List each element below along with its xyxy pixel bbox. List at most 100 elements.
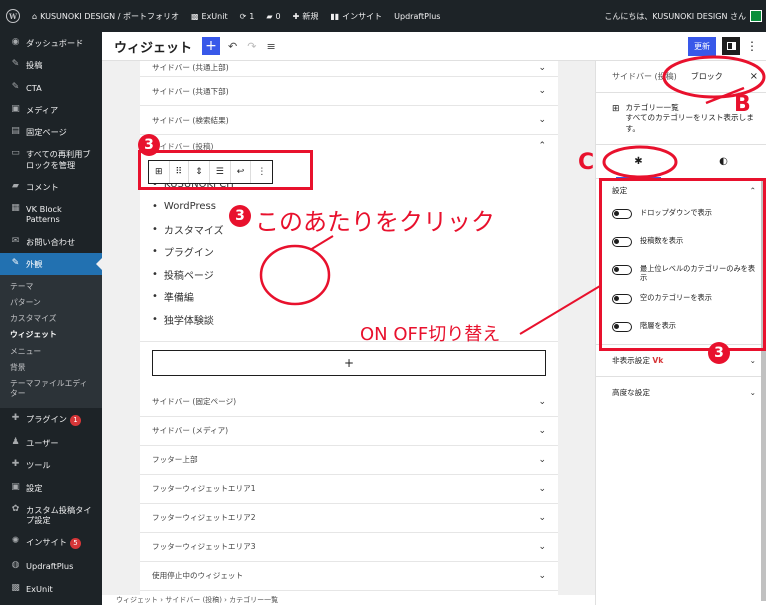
menu-item-label: 投稿 (26, 60, 43, 71)
menu-item[interactable]: ▦ VK Block Patterns (0, 198, 102, 231)
menu-item-text: 設定 (26, 482, 43, 493)
menu-item[interactable]: ◉ ダッシュボード (0, 32, 102, 54)
chevron-down-icon[interactable]: ⌄ (538, 63, 546, 73)
submenu-item[interactable]: テーマ (0, 279, 102, 295)
menu-item[interactable]: ✎ 投稿 (0, 54, 102, 76)
menu-item-label: UpdraftPlus (26, 561, 73, 571)
menu-item[interactable]: ▰ コメント (0, 176, 102, 198)
chevron-down-icon[interactable]: ⌄ (538, 455, 546, 465)
widget-area[interactable]: フッター上部 ⌄ (140, 446, 558, 475)
menu-item[interactable]: ✺ インサイト 5 (0, 531, 102, 555)
menu-item[interactable]: ♟ ユーザー (0, 432, 102, 454)
menu-item[interactable]: ✎ CTA (0, 77, 102, 99)
widget-area[interactable]: サイドバー (メディア) ⌄ (140, 417, 558, 446)
menu-item-label: CTA (26, 82, 42, 93)
menu-item-label: ユーザー (26, 438, 59, 448)
widget-area-common-bottom[interactable]: サイドバー (共通下部) ⌄ (140, 77, 558, 106)
account-menu[interactable]: こんにちは、KUSUNOKI DESIGN さん (604, 10, 766, 22)
tab-settings[interactable]: ✱ (596, 145, 681, 179)
chevron-down-icon[interactable]: ⌄ (538, 542, 546, 552)
menu-item-label: 設定 (26, 483, 42, 493)
tab-widget-area[interactable]: サイドバー (投稿) (612, 71, 677, 82)
menu-item[interactable]: ◀メニューを閉じる (0, 600, 102, 605)
menu-item[interactable]: ▣ メディア (0, 99, 102, 121)
admin-bar: W ⌂ KUSUNOKI DESIGN / ポートフォリオ ▩ ExUnit ⟳ 1 … (0, 0, 766, 32)
menu-item-text: カスタム投稿タイプ設定 (26, 504, 92, 525)
menu-item[interactable]: ▩ ExUnit (0, 578, 102, 600)
updraft-link[interactable]: UpdraftPlus (388, 12, 446, 21)
menu-item-label: ダッシュボード (26, 38, 84, 48)
list-view-icon[interactable]: ≡ (266, 40, 275, 53)
wp-logo-menu[interactable]: W (0, 9, 26, 23)
submenu-item[interactable]: テーマファイルエディター (0, 376, 102, 402)
menu-icon: ▤ (11, 126, 20, 136)
menu-item-label: すべての再利用ブロックを管理 (26, 149, 91, 170)
block-inserter-button[interactable]: + (202, 37, 221, 55)
tab-styles[interactable]: ◐ (681, 145, 766, 178)
menu-icon: ▣ (11, 481, 20, 492)
menu-item[interactable]: ◍ UpdraftPlus (0, 555, 102, 577)
widget-area[interactable]: サイドバー (固定ページ) ⌄ (140, 388, 558, 417)
list-item[interactable]: プラグイン (152, 241, 546, 264)
menu-item-label: ExUnit (26, 584, 53, 594)
click-here-annotation: このあたりをクリック (255, 208, 495, 236)
chevron-down-icon: ⌄ (749, 388, 756, 398)
chevron-down-icon[interactable]: ⌄ (538, 513, 546, 523)
list-item[interactable]: 準備編 (152, 286, 546, 309)
widget-area-title: 使用停止中のウィジェット (152, 571, 244, 580)
chevron-down-icon[interactable]: ⌄ (538, 115, 546, 125)
add-block-button[interactable]: + (152, 349, 546, 376)
menu-item[interactable]: ▤ 固定ページ (0, 121, 102, 143)
menu-item-text: ツール (26, 460, 51, 471)
chevron-down-icon[interactable]: ⌄ (538, 86, 546, 96)
submenu-item[interactable]: メニュー (0, 344, 102, 360)
widget-area-search-results[interactable]: サイドバー (検索結果) ⌄ (140, 106, 558, 135)
undo-icon[interactable]: ↶ (228, 40, 237, 53)
menu-item[interactable]: ✚ ツール (0, 454, 102, 476)
menu-item[interactable]: ✿ カスタム投稿タイプ設定 (0, 499, 102, 532)
menu-item[interactable]: ▭ すべての再利用ブロックを管理 (0, 143, 102, 176)
site-name-link[interactable]: ⌂ KUSUNOKI DESIGN / ポートフォリオ (26, 11, 185, 22)
updates-link[interactable]: ⟳ 1 (234, 12, 261, 21)
advanced-panel[interactable]: 高度な設定 ⌄ (596, 376, 766, 408)
exunit-link[interactable]: ▩ ExUnit (185, 12, 234, 21)
chevron-down-icon[interactable]: ⌄ (538, 571, 546, 581)
widget-area-title: フッター上部 (152, 455, 198, 464)
home-icon: ⌂ (32, 11, 38, 21)
submenu-item[interactable]: ウィジェット (0, 327, 102, 343)
chevron-up-icon[interactable]: ⌃ (538, 141, 546, 157)
widget-area-common-top[interactable]: サイドバー (共通上部) ⌄ (140, 61, 558, 77)
menu-item[interactable]: ▣ 設定 (0, 477, 102, 499)
category-list-block[interactable]: KUSUNOKI CHWordPressカスタマイズプラグイン投稿ページ準備編独… (152, 173, 546, 331)
comments-link[interactable]: ▰ 0 (260, 12, 286, 21)
menu-icon: ✉ (11, 235, 20, 246)
new-content-link[interactable]: ✚ 新規 (287, 11, 325, 22)
menu-appearance[interactable]: ✎ 外観 (0, 252, 102, 275)
submenu-item[interactable]: 背景 (0, 360, 102, 376)
submenu-item[interactable]: パターン (0, 295, 102, 311)
chevron-down-icon[interactable]: ⌄ (538, 426, 546, 436)
chevron-down-icon[interactable]: ⌄ (538, 397, 546, 407)
menu-item-text: UpdraftPlus (26, 561, 74, 572)
menu-item-text: インサイト (26, 537, 67, 548)
close-icon[interactable]: × (750, 71, 758, 82)
list-item[interactable]: 投稿ページ (152, 263, 546, 286)
menu-icon: ▦ (11, 203, 20, 213)
submenu-item[interactable]: カスタマイズ (0, 311, 102, 327)
chevron-down-icon[interactable]: ⌄ (538, 484, 546, 494)
options-menu-icon[interactable]: ⋮ (746, 39, 758, 53)
widget-area[interactable]: フッターウィジェットエリア2 ⌄ (140, 504, 558, 533)
menu-item-label: メディア (26, 104, 59, 115)
widget-area[interactable]: フッターウィジェットエリア3 ⌄ (140, 533, 558, 562)
menu-item[interactable]: ✉ お問い合わせ (0, 231, 102, 253)
redo-icon[interactable]: ↷ (247, 40, 256, 53)
menu-item[interactable]: ✚ プラグイン 1 (0, 408, 102, 432)
paintbrush-icon: ✎ (11, 257, 20, 268)
menu-icon: ▰ (12, 180, 19, 191)
widget-area[interactable]: フッターウィジェットエリア1 ⌄ (140, 475, 558, 504)
insight-link[interactable]: ▮▮ インサイト (324, 11, 388, 22)
tab-block[interactable]: ブロック (691, 71, 723, 82)
widget-area[interactable]: 使用停止中のウィジェット ⌄ (140, 562, 558, 591)
settings-sidebar-toggle[interactable] (722, 37, 740, 55)
update-button[interactable]: 更新 (688, 36, 716, 56)
